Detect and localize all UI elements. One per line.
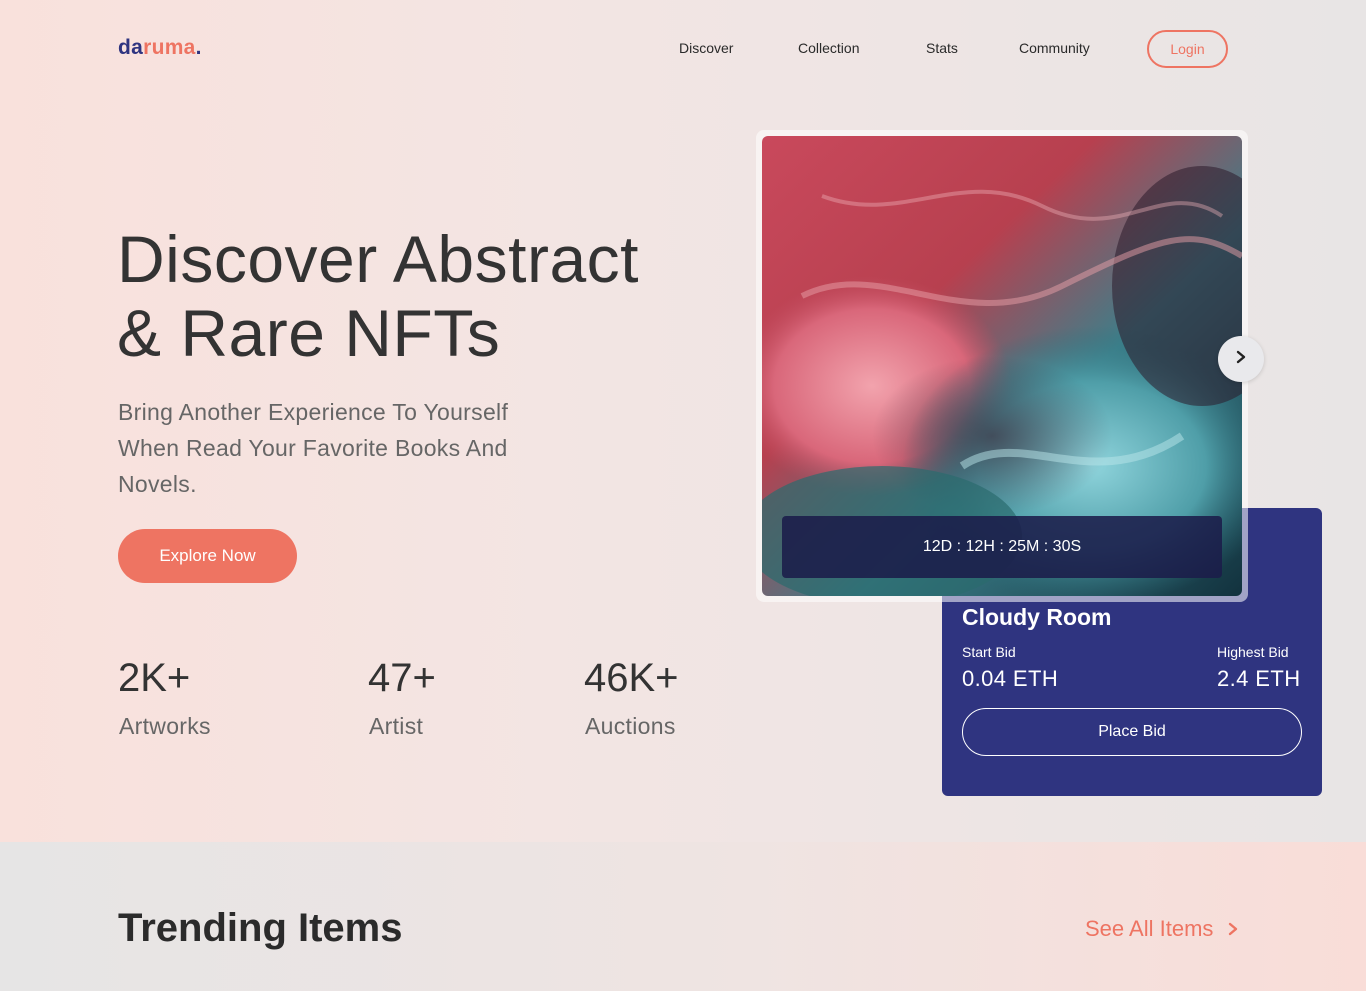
- start-bid-value: 0.04 ETH: [962, 666, 1059, 691]
- hero-title-line-1: Discover Abstract: [117, 222, 639, 296]
- nft-name: Cloudy Room: [962, 604, 1112, 630]
- explore-now-button[interactable]: Explore Now: [118, 529, 297, 583]
- trending-title: Trending Items: [118, 906, 403, 950]
- nav-community[interactable]: Community: [1019, 40, 1090, 56]
- logo-part-1: da: [118, 36, 144, 59]
- stat-auctions-label: Auctions: [585, 713, 676, 739]
- hero-title-line-2: & Rare NFTs: [117, 296, 501, 370]
- nav-discover[interactable]: Discover: [679, 40, 733, 56]
- nav-stats[interactable]: Stats: [926, 40, 958, 56]
- stat-auctions-value: 46K+: [584, 656, 679, 700]
- logo[interactable]: daruma.: [118, 36, 202, 60]
- see-all-label: See All Items: [1085, 916, 1214, 941]
- chevron-right-icon: [1227, 916, 1239, 942]
- highest-bid-label: Highest Bid: [1217, 644, 1289, 660]
- hero-title: Discover Abstract & Rare NFTs: [117, 222, 717, 370]
- highest-bid-value: 2.4 ETH: [1217, 666, 1301, 691]
- logo-dot: .: [195, 36, 202, 59]
- see-all-items-link[interactable]: See All Items: [1085, 916, 1239, 942]
- logo-part-2: ruma: [143, 36, 196, 59]
- stat-artworks-label: Artworks: [119, 713, 211, 739]
- chevron-right-icon: [1234, 350, 1248, 369]
- place-bid-button[interactable]: Place Bid: [962, 708, 1302, 756]
- login-button[interactable]: Login: [1147, 30, 1228, 68]
- next-slide-button[interactable]: [1218, 336, 1264, 382]
- auction-timer: 12D : 12H : 25M : 30S: [782, 516, 1222, 578]
- hero-subtitle: Bring Another Experience To Yourself Whe…: [118, 399, 509, 497]
- stat-artist-label: Artist: [369, 713, 424, 739]
- stat-artworks-value: 2K+: [118, 656, 191, 700]
- stat-artist-value: 47+: [368, 656, 436, 700]
- nav-collection[interactable]: Collection: [798, 40, 859, 56]
- start-bid-label: Start Bid: [962, 644, 1016, 660]
